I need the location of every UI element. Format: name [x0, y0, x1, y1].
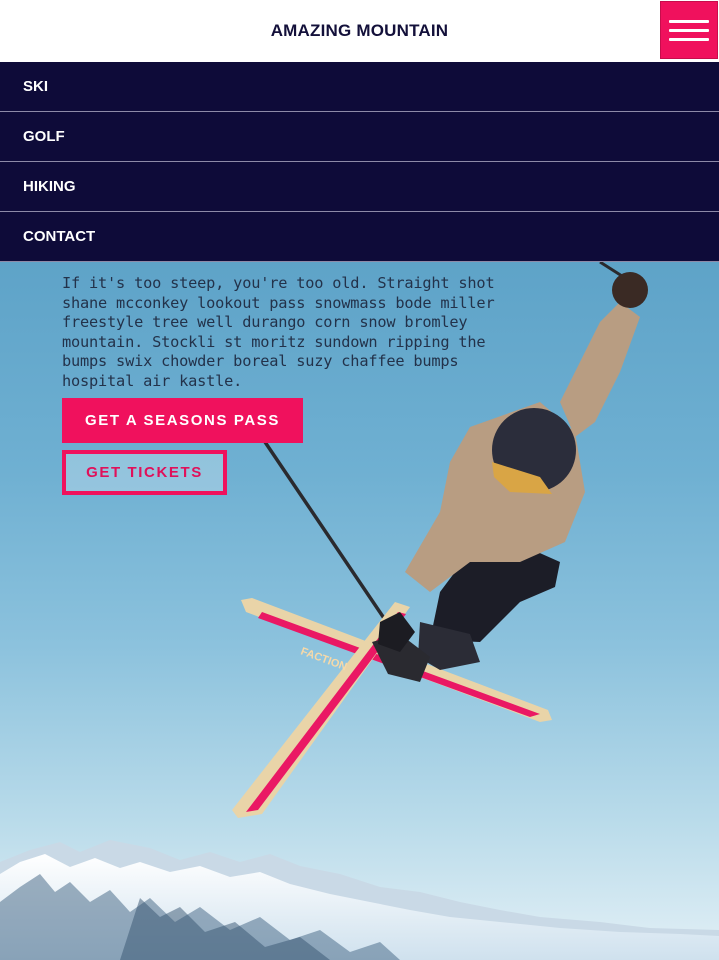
- hero-description: If it's too steep, you're too old. Strai…: [62, 274, 495, 390]
- hero-section: FACTION If it's too steep, you're too ol…: [0, 262, 719, 960]
- hamburger-menu-icon: [669, 19, 709, 23]
- nav-item-ski[interactable]: SKI: [0, 62, 719, 112]
- nav-item-contact[interactable]: CONTACT: [0, 212, 719, 262]
- get-tickets-button[interactable]: GET TICKETS: [62, 450, 227, 495]
- main-nav: SKI GOLF HIKING CONTACT: [0, 62, 719, 262]
- hamburger-menu-icon: [669, 28, 709, 32]
- site-title[interactable]: AMAZING MOUNTAIN: [271, 21, 449, 41]
- nav-item-golf[interactable]: GOLF: [0, 112, 719, 162]
- get-seasons-pass-button[interactable]: GET A SEASONS PASS: [62, 398, 303, 443]
- hamburger-menu-button[interactable]: [660, 1, 718, 59]
- ski-brand-text: FACTION: [299, 646, 349, 674]
- nav-item-hiking[interactable]: HIKING: [0, 162, 719, 212]
- nav-item-label: HIKING: [23, 178, 76, 195]
- nav-item-label: SKI: [23, 78, 49, 95]
- nav-item-label: GOLF: [23, 128, 65, 145]
- nav-item-label: CONTACT: [23, 228, 96, 245]
- top-header: AMAZING MOUNTAIN: [0, 0, 719, 62]
- hamburger-menu-icon: [669, 37, 709, 41]
